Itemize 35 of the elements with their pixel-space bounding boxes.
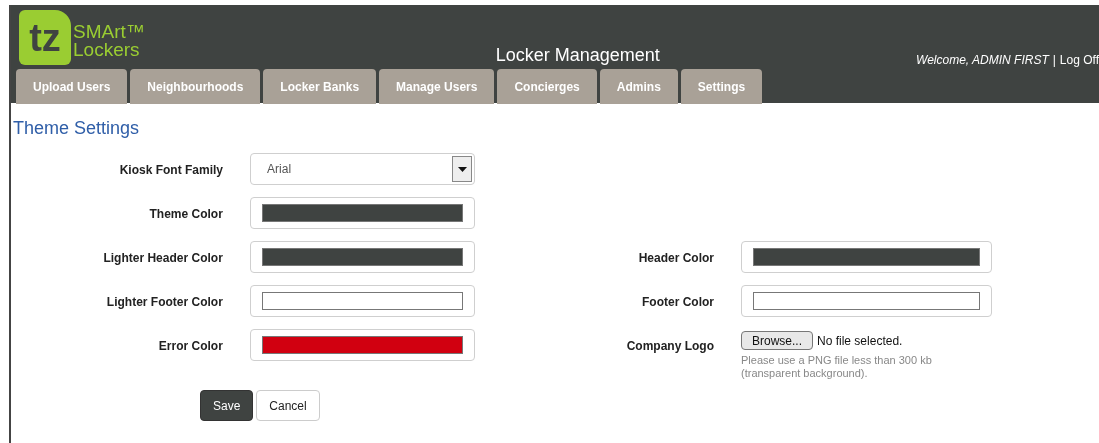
save-button[interactable]: Save [200,390,254,421]
nav-tab[interactable]: Neighbourhoods [130,69,261,104]
field-label: Lighter Header Color [102,250,224,267]
logout-link[interactable]: Log Off [1059,51,1099,69]
color-field[interactable] [741,241,992,273]
color-field[interactable] [249,329,475,361]
section-title: Theme Settings [13,117,141,140]
page-heading: Locker Management [495,44,660,67]
color-field[interactable] [741,285,992,317]
nav-tab[interactable]: Manage Users [379,69,495,104]
separator: | [1052,52,1056,69]
nav-tab[interactable]: Locker Banks [263,69,377,104]
field-label: Company Logo [625,338,715,355]
field-label: Theme Color [148,206,224,223]
browse-button[interactable]: Browse... [741,331,813,350]
nav-tab[interactable]: Concierges [497,69,597,104]
nav-tab[interactable]: Upload Users [16,69,128,104]
cancel-button[interactable]: Cancel [256,390,320,421]
file-status: No file selected. [817,332,903,350]
field-label: Error Color [157,338,224,355]
hint-text: Please use a PNG file less than 300 kb (transparent background). [741,354,933,380]
field-label: Lighter Footer Color [105,294,224,311]
field-label: Header Color [637,250,715,267]
color-field[interactable] [249,197,475,229]
logo-text: Lockers [73,40,141,59]
color-field[interactable] [249,241,475,273]
field-label: Footer Color [641,294,715,311]
logo-mark: tz [19,10,71,65]
color-field[interactable] [249,285,475,317]
field-label: Kiosk Font Family [118,162,225,179]
logo-text: SMArt™ [73,22,145,41]
nav-tab[interactable]: Admins [599,69,678,104]
nav-tab[interactable]: Settings [680,69,763,104]
welcome-text: Welcome, ADMIN FIRST [916,52,1049,69]
font-select[interactable]: Arial [250,153,475,185]
